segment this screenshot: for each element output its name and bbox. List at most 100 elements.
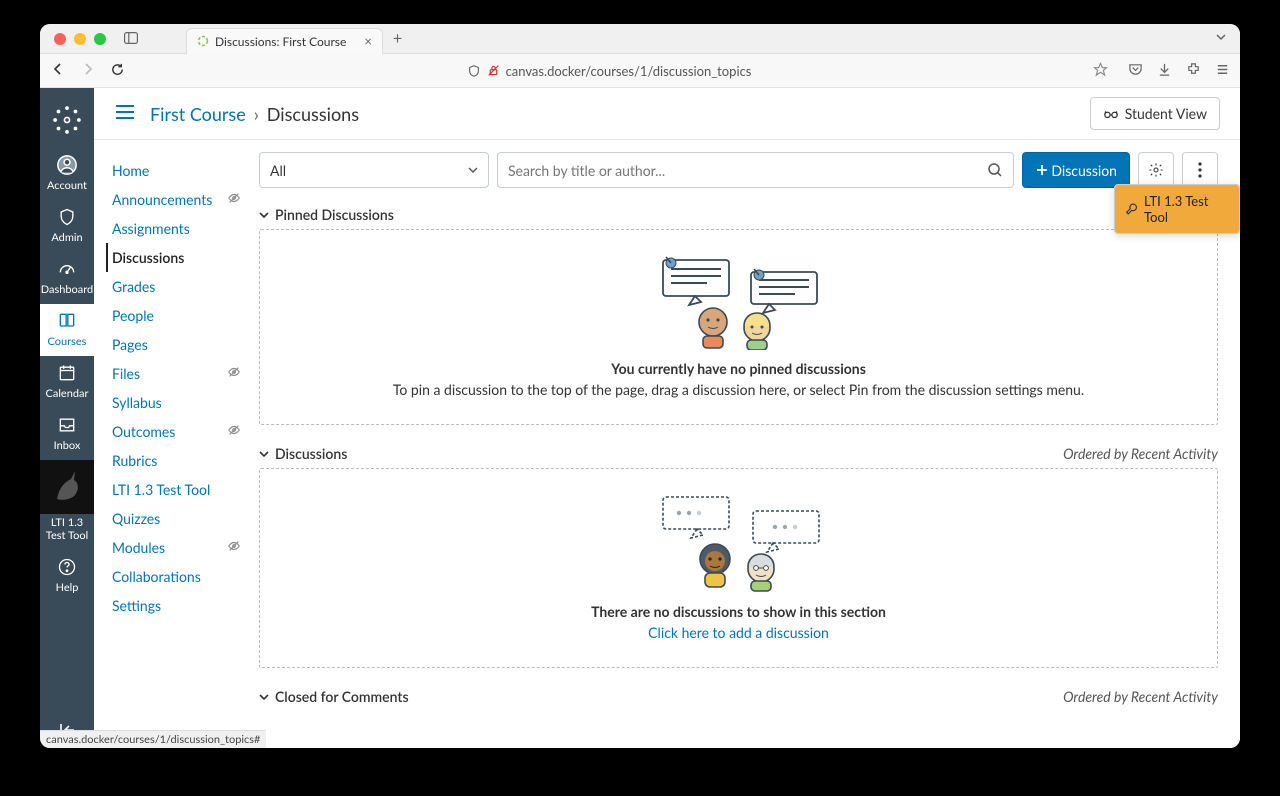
menu-lti-tool[interactable]: LTI 1.3 Test Tool <box>112 475 241 504</box>
more-options-menu: LTI 1.3 Test Tool <box>1114 184 1240 234</box>
nav-calendar-label: Calendar <box>46 387 89 400</box>
status-bar: canvas.docker/courses/1/discussion_topic… <box>40 730 266 748</box>
gear-icon <box>1148 162 1164 178</box>
chevron-down-icon[interactable] <box>1214 29 1228 48</box>
collapse-caret-icon[interactable] <box>259 206 269 223</box>
menu-settings[interactable]: Settings <box>112 591 241 620</box>
nav-help[interactable]: Help <box>40 550 94 602</box>
menu-syllabus[interactable]: Syllabus <box>112 388 241 417</box>
extensions-icon[interactable] <box>1186 62 1201 80</box>
back-icon[interactable] <box>50 61 66 80</box>
section-discussions-meta: Ordered by Recent Activity <box>1063 445 1218 462</box>
menu-outcomes[interactable]: Outcomes <box>112 417 241 446</box>
add-discussion-link[interactable]: Click here to add a discussion <box>648 624 829 641</box>
menu-pages[interactable]: Pages <box>112 330 241 359</box>
reload-icon[interactable] <box>110 62 125 80</box>
main: All Discussion <box>249 140 1240 748</box>
url-field[interactable]: canvas.docker/courses/1/discussion_topic… <box>467 63 752 79</box>
settings-button[interactable] <box>1138 152 1174 188</box>
student-view-label: Student View <box>1125 105 1207 122</box>
close-window-icon[interactable] <box>54 33 66 45</box>
minimize-window-icon[interactable] <box>74 33 86 45</box>
plus-icon <box>1035 163 1049 177</box>
menu-modules[interactable]: Modules <box>112 533 241 562</box>
tool-icon <box>1125 202 1138 216</box>
section-head-closed: Closed for Comments Ordered by Recent Ac… <box>259 688 1218 705</box>
forward-icon <box>80 61 96 80</box>
section-head-discussions: Discussions Ordered by Recent Activity <box>259 445 1218 462</box>
nav-courses[interactable]: Courses <box>40 304 94 356</box>
url-text: canvas.docker/courses/1/discussion_topic… <box>506 63 752 79</box>
titlebar: Discussions: First Course × + <box>40 24 1240 54</box>
nav-dashboard-label: Dashboard <box>41 283 93 296</box>
menu-announcements[interactable]: Announcements <box>112 185 241 214</box>
search-icon <box>987 162 1003 178</box>
inbox-icon <box>55 414 79 436</box>
menu-grades[interactable]: Grades <box>112 272 241 301</box>
search-field[interactable] <box>497 152 1014 188</box>
download-icon[interactable] <box>1157 62 1172 80</box>
canvas-logo-icon[interactable] <box>49 102 85 138</box>
menu-assignments[interactable]: Assignments <box>112 214 241 243</box>
pinned-empty-title: You currently have no pinned discussions <box>280 360 1197 377</box>
bookmark-star-icon[interactable] <box>1093 62 1108 80</box>
menu-discussions[interactable]: Discussions <box>106 243 241 272</box>
filter-value: All <box>270 162 286 179</box>
breadcrumb: First Course › Discussions <box>150 103 359 125</box>
filter-select[interactable]: All <box>259 152 489 188</box>
nav-lti-tool-label: LTI 1.3 Test Tool <box>40 516 94 542</box>
menu-item-lti-tool-label: LTI 1.3 Test Tool <box>1144 193 1229 225</box>
nav-admin[interactable]: Admin <box>40 200 94 252</box>
tab-title: Discussions: First Course <box>215 34 346 49</box>
pocket-icon[interactable] <box>1128 62 1143 80</box>
student-view-button[interactable]: Student View <box>1090 97 1220 130</box>
breadcrumb-bar: First Course › Discussions Student View <box>94 88 1240 140</box>
user-icon <box>55 154 79 176</box>
nav-calendar[interactable]: Calendar <box>40 356 94 408</box>
breadcrumb-current: Discussions <box>267 103 359 125</box>
menu-people[interactable]: People <box>112 301 241 330</box>
menu-collaborations[interactable]: Collaborations <box>112 562 241 591</box>
hidden-icon <box>227 365 241 382</box>
tab-strip: Discussions: First Course × + <box>186 24 402 53</box>
collapse-caret-icon[interactable] <box>259 445 269 462</box>
nav-inbox-label: Inbox <box>54 439 81 452</box>
more-options-button[interactable] <box>1182 152 1218 188</box>
add-discussion-button[interactable]: Discussion <box>1022 152 1130 188</box>
app-body: Account Admin Dashboard Courses Calendar… <box>40 88 1240 748</box>
menu-home[interactable]: Home <box>112 156 241 185</box>
menu-files[interactable]: Files <box>112 359 241 388</box>
section-discussions-title: Discussions <box>275 445 347 462</box>
nav-inbox[interactable]: Inbox <box>40 408 94 460</box>
menu-item-lti-tool[interactable]: LTI 1.3 Test Tool <box>1115 185 1239 233</box>
search-input[interactable] <box>508 162 979 179</box>
help-icon <box>55 556 79 578</box>
menu-quizzes[interactable]: Quizzes <box>112 504 241 533</box>
hidden-icon <box>227 423 241 440</box>
new-tab-icon[interactable]: + <box>393 29 402 48</box>
tab-close-icon[interactable]: × <box>364 33 372 49</box>
section-head-pinned: Pinned Discussions <box>259 206 1218 223</box>
nav-lti-tool[interactable]: LTI 1.3 Test Tool <box>40 514 94 550</box>
app-menu-icon[interactable] <box>1215 62 1230 80</box>
section-pinned-title: Pinned Discussions <box>275 206 394 223</box>
maximize-window-icon[interactable] <box>94 33 106 45</box>
nav-lti-tool-logo[interactable] <box>40 460 94 514</box>
breadcrumb-course[interactable]: First Course <box>150 103 246 125</box>
sidebar-toggle-icon[interactable] <box>124 29 138 48</box>
chevron-right-icon: › <box>254 103 259 125</box>
pinned-dropzone[interactable]: You currently have no pinned discussions… <box>259 229 1218 425</box>
collapse-caret-icon[interactable] <box>259 688 269 705</box>
menu-rubrics[interactable]: Rubrics <box>112 446 241 475</box>
nav-account-label: Account <box>47 179 87 192</box>
status-url: canvas.docker/courses/1/discussion_topic… <box>46 733 260 746</box>
course-menu-toggle-icon[interactable] <box>114 103 136 125</box>
calendar-icon <box>55 362 79 384</box>
glasses-icon <box>1103 107 1119 121</box>
nav-courses-label: Courses <box>48 335 87 348</box>
discussions-dropzone[interactable]: There are no discussions to show in this… <box>259 468 1218 668</box>
nav-account[interactable]: Account <box>40 148 94 200</box>
nav-dashboard[interactable]: Dashboard <box>40 252 94 304</box>
browser-tab[interactable]: Discussions: First Course × <box>186 28 383 54</box>
discussions-empty-title: There are no discussions to show in this… <box>280 603 1197 620</box>
